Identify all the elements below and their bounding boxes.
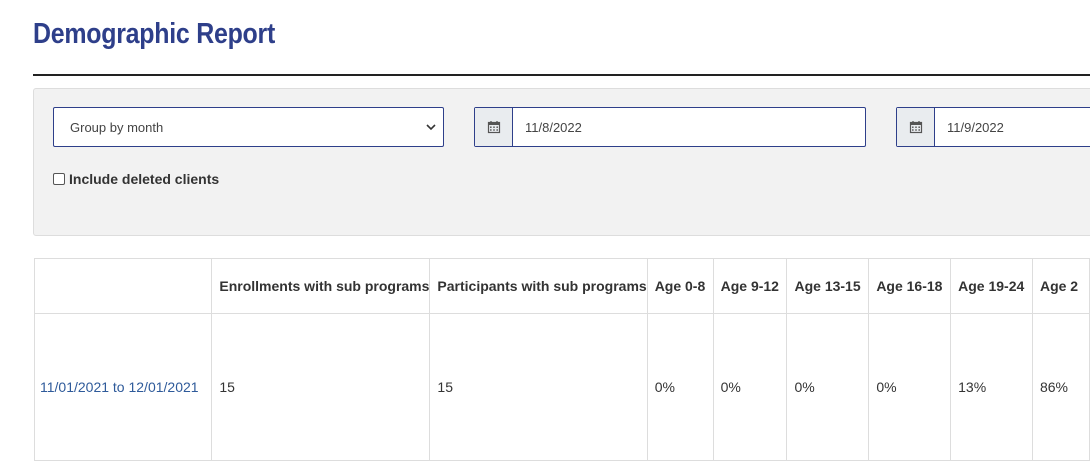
page-title: Demographic Report <box>33 18 276 50</box>
include-deleted-checkbox[interactable] <box>53 173 65 185</box>
table-cell: 0% <box>712 313 788 461</box>
column-header: Age 13-15 <box>786 258 870 314</box>
column-header: Age 19-24 <box>950 258 1033 314</box>
demographic-table: Enrollments with sub programs Participan… <box>33 258 1090 461</box>
period-cell: 11/01/2021 to 12/01/2021 <box>33 313 213 461</box>
column-header: Age 9-12 <box>712 258 788 314</box>
filter-panel: Group by month 11/8/2022 11/9/2022 Inclu… <box>33 88 1090 236</box>
table-cell: 13% <box>950 313 1033 461</box>
column-header: Age 16-18 <box>868 258 952 314</box>
table-row: 11/01/2021 to 12/01/2021 15 15 0% 0% 0% … <box>33 313 1090 461</box>
column-header <box>33 258 213 314</box>
group-by-value: Group by month <box>70 119 164 135</box>
table-cell: 0% <box>786 313 870 461</box>
date-to-field[interactable]: 11/9/2022 <box>896 107 1090 147</box>
table-cell: 86% <box>1031 313 1090 461</box>
table-cell: 0% <box>646 313 714 461</box>
date-from-value: 11/8/2022 <box>525 119 582 135</box>
table-cell: 0% <box>868 313 952 461</box>
column-header: Age 0-8 <box>646 258 714 314</box>
column-header: Age 2 <box>1031 258 1090 314</box>
group-by-select[interactable]: Group by month <box>53 107 444 147</box>
chevron-down-icon <box>426 124 436 131</box>
include-deleted-label: Include deleted clients <box>69 171 220 187</box>
title-divider <box>33 74 1090 76</box>
date-to-value: 11/9/2022 <box>947 119 1004 135</box>
table-cell: 15 <box>429 313 648 461</box>
date-from-field[interactable]: 11/8/2022 <box>474 107 866 147</box>
column-header: Participants with sub programs <box>429 258 648 314</box>
period-link[interactable]: 11/01/2021 to 12/01/2021 <box>40 379 199 395</box>
calendar-icon[interactable] <box>897 108 935 146</box>
table-header-row: Enrollments with sub programs Participan… <box>33 258 1090 314</box>
calendar-icon[interactable] <box>475 108 513 146</box>
column-header: Enrollments with sub programs <box>211 258 431 314</box>
include-deleted-option[interactable]: Include deleted clients <box>53 171 219 187</box>
table-cell: 15 <box>211 313 431 461</box>
